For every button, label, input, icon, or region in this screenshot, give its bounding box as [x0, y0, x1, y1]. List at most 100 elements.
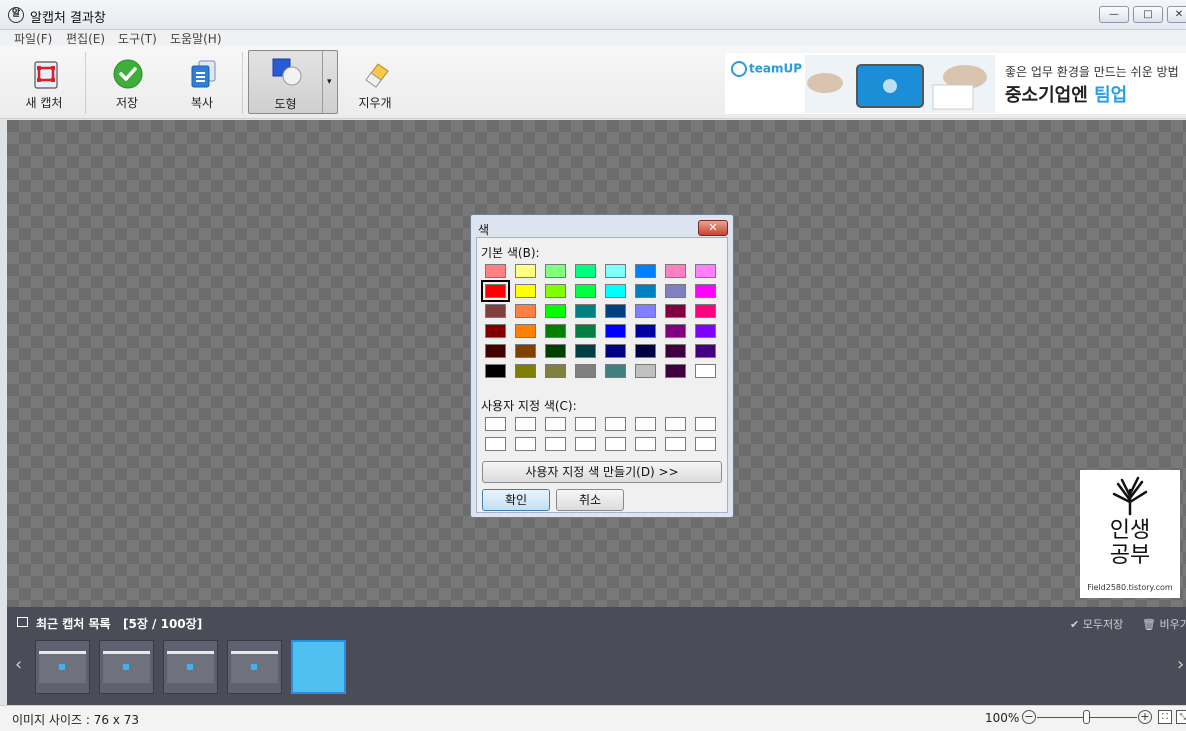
basic-color-swatch[interactable] [635, 344, 656, 358]
zoom-in-icon[interactable]: + [1138, 710, 1152, 724]
capture-thumbnail[interactable] [99, 640, 154, 694]
basic-color-swatch[interactable] [695, 284, 716, 298]
basic-color-swatch[interactable] [515, 344, 536, 358]
basic-color-swatch[interactable] [665, 284, 686, 298]
clear-all-button[interactable]: 🗑 비우기 [1142, 616, 1186, 632]
next-arrow-icon[interactable]: › [1177, 654, 1184, 675]
custom-color-swatch[interactable] [545, 417, 566, 431]
basic-color-swatch[interactable] [695, 324, 716, 338]
custom-color-swatch[interactable] [635, 437, 656, 451]
custom-color-swatch[interactable] [635, 417, 656, 431]
basic-colors-label: 기본 색(B): [481, 246, 540, 260]
basic-color-swatch[interactable] [515, 264, 536, 278]
basic-color-swatch[interactable] [545, 284, 566, 298]
maximize-button[interactable]: □ [1133, 6, 1163, 23]
prev-arrow-icon[interactable]: ‹ [15, 654, 22, 675]
basic-color-swatch[interactable] [635, 284, 656, 298]
basic-color-swatch[interactable] [485, 264, 506, 278]
capture-thumbnail[interactable] [291, 640, 346, 694]
custom-color-swatch[interactable] [485, 437, 506, 451]
close-window-button[interactable]: ✕ [1167, 6, 1186, 23]
basic-color-swatch[interactable] [665, 304, 686, 318]
save-all-button[interactable]: ✔ 모두저장 [1070, 616, 1123, 632]
basic-color-swatch[interactable] [575, 324, 596, 338]
basic-color-swatch[interactable] [485, 364, 506, 378]
custom-color-swatch[interactable] [485, 417, 506, 431]
custom-color-swatch[interactable] [695, 417, 716, 431]
ok-button[interactable]: 확인 [482, 489, 550, 511]
basic-color-swatch[interactable] [605, 264, 626, 278]
custom-color-swatch[interactable] [575, 437, 596, 451]
basic-color-swatch[interactable] [515, 364, 536, 378]
basic-color-swatch[interactable] [695, 304, 716, 318]
fit-to-window-icon[interactable]: ⛶ [1158, 710, 1172, 724]
save-button[interactable]: 저장 [95, 54, 159, 112]
basic-color-swatch[interactable] [545, 264, 566, 278]
custom-color-swatch[interactable] [605, 417, 626, 431]
custom-color-swatch[interactable] [545, 437, 566, 451]
capture-thumbnail[interactable] [35, 640, 90, 694]
capture-thumbnail[interactable] [163, 640, 218, 694]
new-capture-button[interactable]: 새 캡처 [12, 54, 76, 112]
basic-color-swatch[interactable] [635, 264, 656, 278]
basic-color-swatch[interactable] [665, 324, 686, 338]
basic-color-swatch[interactable] [485, 344, 506, 358]
basic-color-swatch[interactable] [605, 304, 626, 318]
basic-color-swatch[interactable] [605, 324, 626, 338]
custom-color-swatch[interactable] [575, 417, 596, 431]
basic-color-swatch[interactable] [575, 364, 596, 378]
basic-color-swatch[interactable] [575, 284, 596, 298]
basic-color-swatch[interactable] [545, 304, 566, 318]
menu-help[interactable]: 도움말(H) [170, 30, 222, 47]
basic-color-swatch[interactable] [545, 344, 566, 358]
custom-color-swatch[interactable] [515, 417, 536, 431]
basic-color-swatch[interactable] [515, 324, 536, 338]
eraser-button[interactable]: 지우개 [343, 54, 407, 112]
basic-color-swatch[interactable] [485, 324, 506, 338]
basic-color-swatch[interactable] [545, 364, 566, 378]
menu-file[interactable]: 파일(F) [14, 30, 52, 47]
zoom-slider-thumb[interactable] [1083, 710, 1090, 724]
dialog-body: 기본 색(B): 사용자 지정 색(C): 사용자 지정 색 만들기(D) >>… [476, 237, 728, 513]
zoom-out-icon[interactable]: − [1022, 710, 1036, 724]
watermark-url: Field2580.tistory.com [1087, 583, 1173, 592]
dialog-close-button[interactable]: ✕ [698, 220, 728, 236]
capture-thumbnail[interactable] [227, 640, 282, 694]
shape-dropdown-arrow-icon[interactable]: ▾ [327, 77, 332, 87]
basic-color-swatch[interactable] [575, 344, 596, 358]
define-custom-colors-button[interactable]: 사용자 지정 색 만들기(D) >> [482, 461, 722, 483]
basic-color-swatch[interactable] [635, 364, 656, 378]
menu-edit[interactable]: 편집(E) [66, 30, 105, 47]
basic-color-swatch[interactable] [665, 264, 686, 278]
basic-color-swatch[interactable] [545, 324, 566, 338]
basic-color-swatch[interactable] [695, 264, 716, 278]
shape-button[interactable]: 도형 ▾ [248, 50, 338, 114]
basic-color-swatch[interactable] [605, 284, 626, 298]
basic-color-swatch[interactable] [515, 284, 536, 298]
basic-color-swatch[interactable] [575, 304, 596, 318]
custom-color-swatch[interactable] [515, 437, 536, 451]
minimize-button[interactable]: — [1099, 6, 1129, 23]
basic-color-swatch[interactable] [695, 364, 716, 378]
basic-color-swatch[interactable] [605, 364, 626, 378]
basic-color-swatch[interactable] [635, 304, 656, 318]
basic-color-swatch[interactable] [485, 304, 506, 318]
basic-color-swatch[interactable] [665, 344, 686, 358]
actual-size-icon[interactable]: ⤡ [1176, 710, 1186, 724]
basic-color-swatch[interactable] [515, 304, 536, 318]
basic-color-swatch[interactable] [665, 364, 686, 378]
custom-color-swatch[interactable] [665, 417, 686, 431]
ad-banner[interactable]: teamUP 좋은 업무 환경을 만드는 쉬운 방법 중소기업엔 팀업 [725, 53, 1186, 114]
custom-color-swatch[interactable] [695, 437, 716, 451]
cancel-button[interactable]: 취소 [556, 489, 624, 511]
basic-color-swatch[interactable] [605, 344, 626, 358]
copy-button[interactable]: 복사 [170, 54, 234, 112]
menu-tools[interactable]: 도구(T) [118, 30, 157, 47]
basic-color-swatch[interactable] [481, 280, 510, 302]
basic-color-swatch[interactable] [635, 324, 656, 338]
basic-color-swatch[interactable] [695, 344, 716, 358]
custom-color-swatch[interactable] [605, 437, 626, 451]
banner-illustration [805, 55, 995, 113]
custom-color-swatch[interactable] [665, 437, 686, 451]
basic-color-swatch[interactable] [575, 264, 596, 278]
